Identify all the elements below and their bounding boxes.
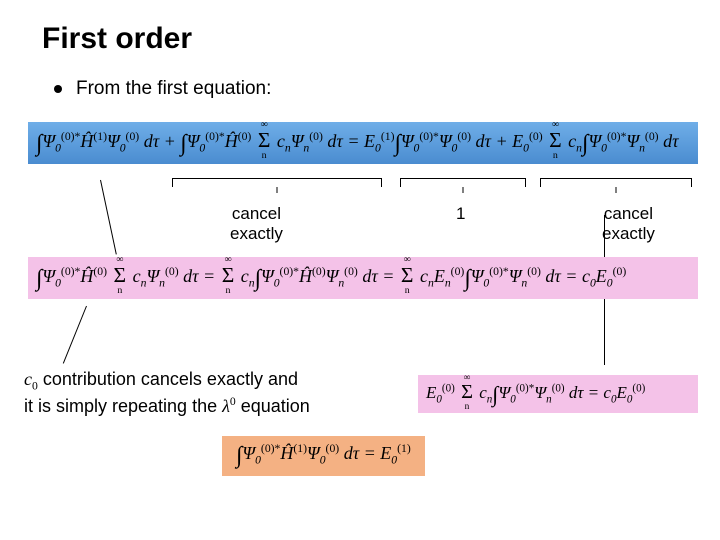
connector-line-1	[100, 180, 117, 255]
lambda-symbol: λ0	[222, 396, 236, 416]
body-line2-pre: it is simply repeating the	[24, 396, 222, 416]
equation-pink-1: ∫Ψ0(0)*Ĥ(0) ∞Σn cnΨn(0) dτ = ∞Σn cn∫Ψ0(0…	[28, 257, 698, 299]
slide-title: First order	[42, 22, 192, 56]
body-line1: contribution cancels exactly and	[38, 369, 298, 389]
annotation-cancel-2: cancel exactly	[602, 204, 655, 244]
equation-pink-2: E0(0) ∞Σn cn∫Ψ0(0)*Ψn(0) dτ = c0E0(0)	[418, 375, 698, 413]
brace-2	[400, 178, 526, 186]
body-c0-symbol: c0	[24, 369, 38, 389]
equation-orange-text: ∫Ψ0(0)*Ĥ(1)Ψ0(0) dτ = E0(1)	[236, 443, 411, 463]
equation-orange: ∫Ψ0(0)*Ĥ(1)Ψ0(0) dτ = E0(1)	[222, 436, 425, 476]
equation-blue: ∫Ψ0(0)*Ĥ(1)Ψ0(0) dτ + ∫Ψ0(0)*Ĥ(0) ∞Σn cn…	[28, 122, 698, 164]
brace-1	[172, 178, 382, 186]
annotation-one: 1	[456, 204, 465, 224]
bullet-icon	[54, 85, 62, 93]
annotation-cancel-1: cancel exactly	[230, 204, 283, 244]
brace-3	[540, 178, 692, 186]
equation-pink-2-text: E0(0) ∞Σn cn∫Ψ0(0)*Ψn(0) dτ = c0E0(0)	[426, 383, 645, 402]
bullet-item: From the first equation:	[54, 78, 271, 100]
body-line2-post: equation	[236, 396, 310, 416]
equation-pink-1-text: ∫Ψ0(0)*Ĥ(0) ∞Σn cnΨn(0) dτ = ∞Σn cn∫Ψ0(0…	[36, 266, 626, 286]
body-text: c0 contribution cancels exactly and it i…	[24, 368, 404, 418]
connector-line-3	[63, 306, 87, 364]
equation-blue-text: ∫Ψ0(0)*Ĥ(1)Ψ0(0) dτ + ∫Ψ0(0)*Ĥ(0) ∞Σn cn…	[36, 131, 679, 151]
bullet-text: From the first equation:	[76, 78, 271, 100]
